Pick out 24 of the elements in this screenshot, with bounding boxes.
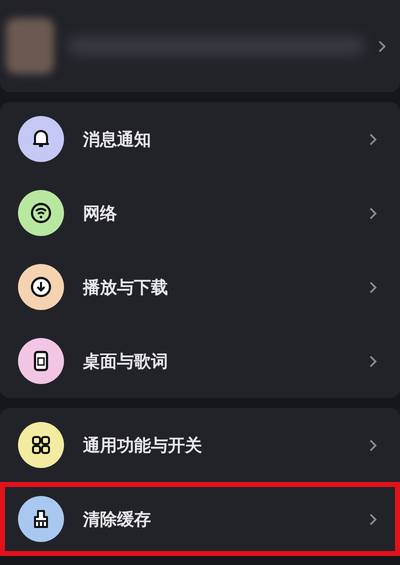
wifi-icon (29, 201, 53, 225)
chevron-right-icon (369, 280, 377, 294)
settings-row[interactable]: 通用功能与开关 (0, 408, 400, 482)
chevron-right-icon (369, 206, 377, 220)
settings-row[interactable]: 桌面与歌词 (0, 324, 400, 398)
settings-label: 通用功能与开关 (83, 434, 203, 456)
settings-row[interactable]: 消息通知 (0, 102, 400, 176)
chevron-right-icon (369, 354, 377, 368)
grid-icon (29, 433, 53, 457)
chevron-right-icon (369, 438, 377, 452)
settings-row[interactable]: 网络 (0, 176, 400, 250)
settings-row[interactable]: 播放与下载 (0, 250, 400, 324)
chevron-right-icon (369, 132, 377, 146)
download-icon (29, 275, 53, 299)
settings-label: 网络 (83, 202, 118, 224)
avatar-placeholder (6, 18, 54, 74)
settings-label: 播放与下载 (83, 276, 169, 298)
chevron-right-icon (369, 512, 377, 526)
chevron-right-icon (378, 40, 386, 52)
highlighted-settings-row[interactable]: 清除缓存 (0, 482, 400, 556)
settings-label: 消息通知 (83, 128, 152, 150)
profile-card[interactable] (0, 0, 400, 92)
settings-label: 桌面与歌词 (83, 350, 169, 372)
settings-label: 清除缓存 (83, 508, 152, 530)
